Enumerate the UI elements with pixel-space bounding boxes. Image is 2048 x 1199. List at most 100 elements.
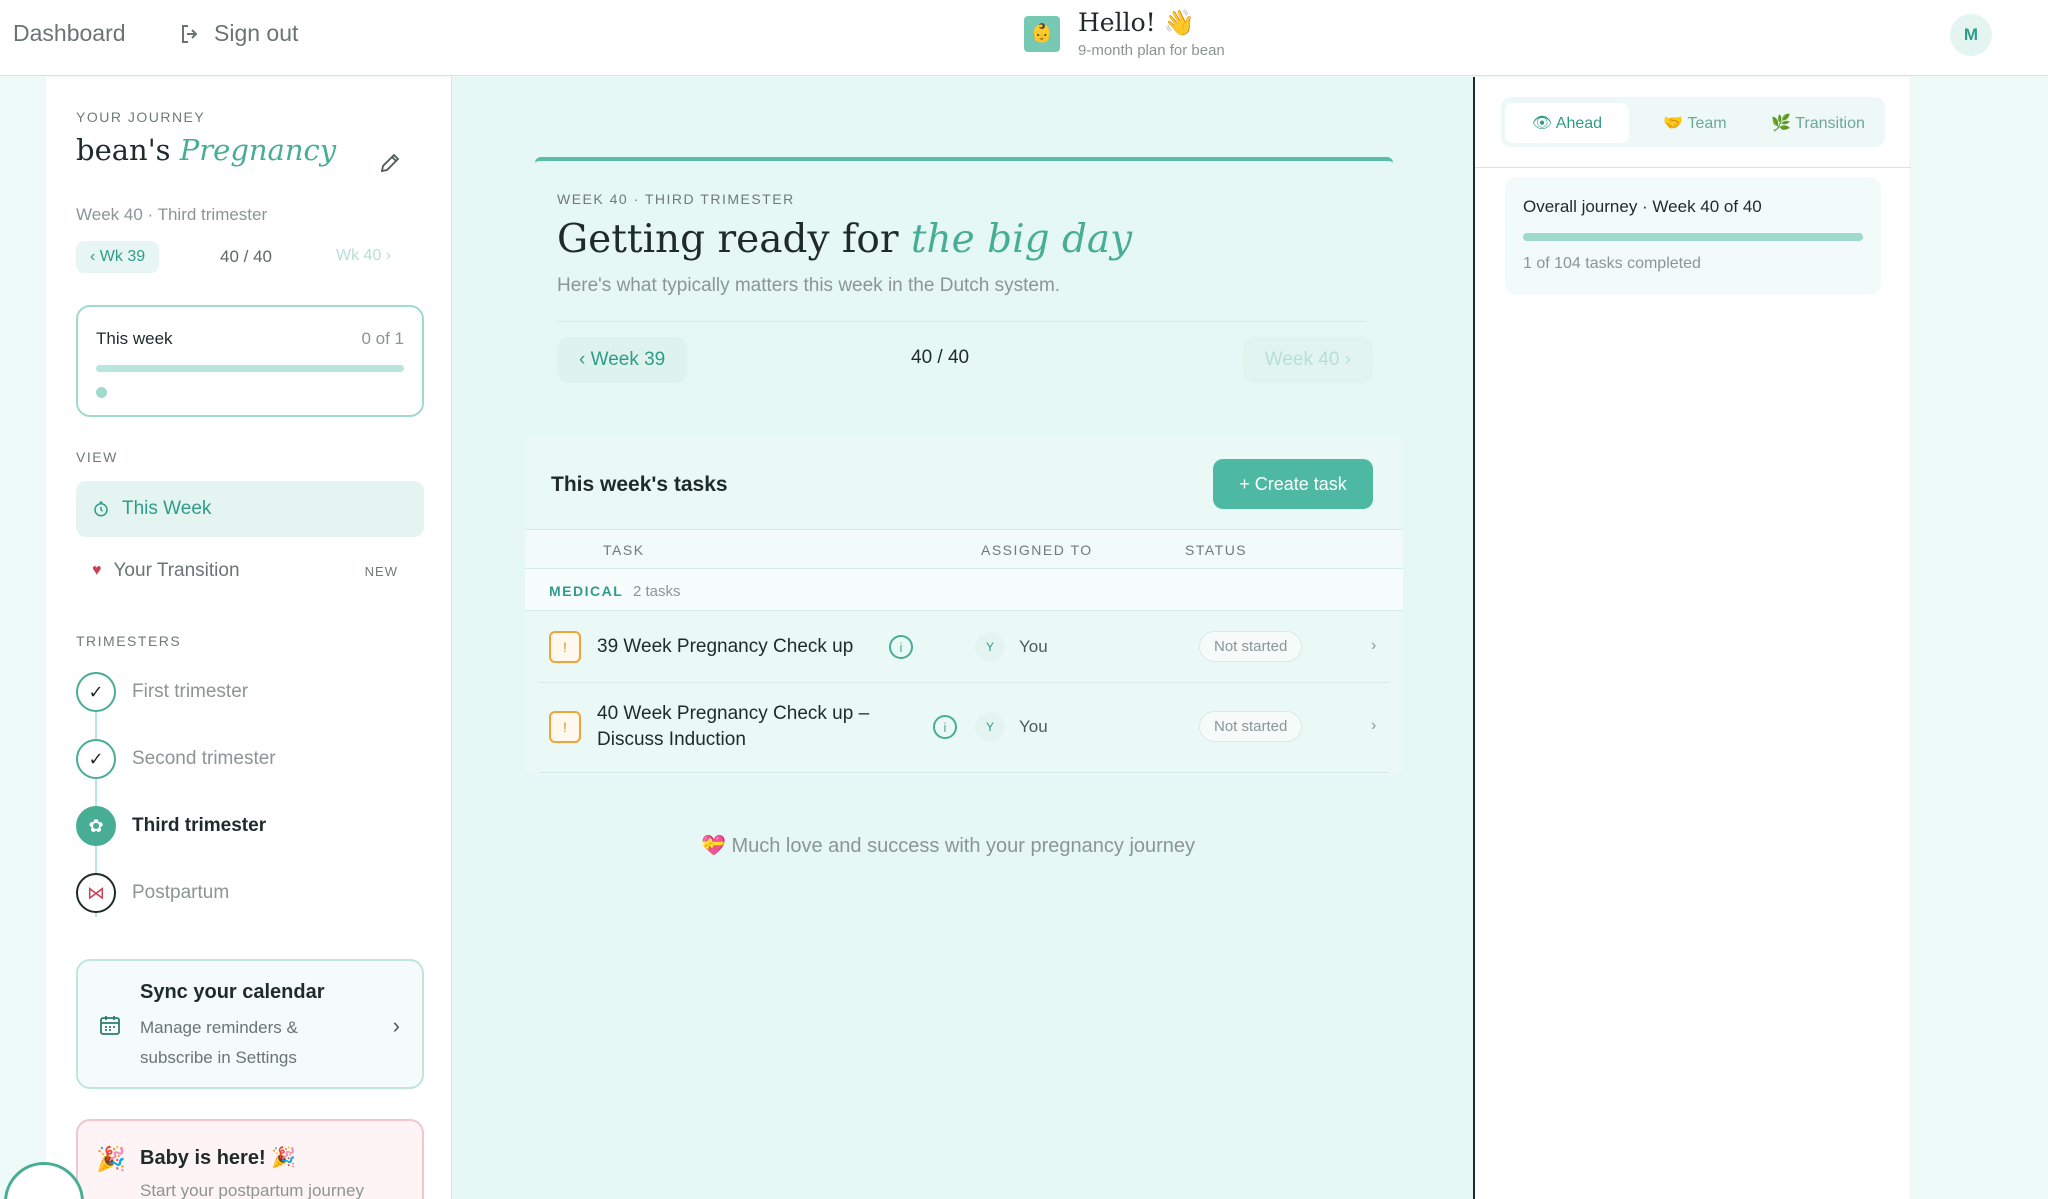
task-name: 39 Week Pregnancy Check up — [597, 636, 854, 657]
tab-team[interactable]: 🤝 Team — [1635, 103, 1755, 143]
tab-transition[interactable]: 🌿 Transition — [1755, 103, 1881, 143]
greeting-title: Hello! 👋 — [1078, 8, 1195, 37]
journey-title: bean's Pregnancy — [76, 133, 336, 167]
sign-out-label: Sign out — [214, 20, 299, 46]
info-icon[interactable]: i — [933, 715, 957, 739]
table-header: TASK ASSIGNED TO STATUS — [525, 529, 1403, 569]
hero-title-plain: Getting ready for — [557, 217, 899, 262]
baby-is-here-card[interactable]: 🎉 Baby is here! 🎉 Start your postpartum … — [76, 1119, 424, 1199]
trimester-first-label: First trimester — [132, 681, 249, 702]
trimesters-label: TRIMESTERS — [76, 633, 182, 649]
chevron-right-icon: › — [1371, 637, 1377, 654]
baby-icon: 👶 — [1024, 15, 1060, 52]
this-week-title: This week — [96, 329, 173, 348]
trimester-second-label: Second trimester — [132, 748, 276, 769]
floating-action-button[interactable] — [4, 1162, 84, 1199]
sync-description: Manage reminders & subscribe in Settings — [140, 1018, 298, 1067]
hero-title-emphasis: the big day — [910, 217, 1133, 262]
divider — [557, 321, 1367, 322]
sync-calendar-card[interactable]: Sync your calendar Manage reminders & su… — [76, 959, 424, 1089]
week-kicker: WEEK 40 · THIRD TRIMESTER — [557, 191, 795, 207]
plan-subtitle: 9-month plan for bean — [1078, 42, 1225, 59]
encouragement-message: 💝 Much love and success with your pregna… — [701, 835, 1196, 857]
hero-subtitle: Here's what typically matters this week … — [557, 275, 1061, 296]
avatar[interactable]: M — [1950, 14, 1992, 56]
prev-week-button[interactable]: ‹ Week 39 — [557, 337, 688, 383]
progress-dot — [96, 387, 107, 398]
overall-subtitle: 1 of 104 tasks completed — [1523, 255, 1701, 272]
this-week-card[interactable]: This week 0 of 1 — [76, 305, 424, 417]
chevron-right-icon: › — [392, 1013, 400, 1038]
view-transition-label: Your Transition — [113, 560, 240, 581]
table-row[interactable]: ! 39 Week Pregnancy Check up i Y You Not… — [539, 611, 1389, 683]
task-group-medical[interactable]: MEDICAL 2 tasks — [525, 569, 1403, 611]
priority-icon: ! — [549, 631, 581, 663]
header-status: STATUS — [1185, 542, 1248, 558]
status-badge[interactable]: Not started — [1199, 711, 1303, 742]
week-counter: 40 / 40 — [220, 247, 272, 266]
greeting: 👶 Hello! 👋 9-month plan for bean — [1024, 8, 1225, 59]
journey-label: YOUR JOURNEY — [76, 109, 206, 125]
bow-icon: ⋈ — [76, 873, 116, 913]
header-task: TASK — [603, 542, 645, 558]
sign-out-button[interactable]: Sign out — [178, 20, 298, 47]
heart-icon: ♥ — [92, 562, 102, 579]
assignee-name: You — [1019, 717, 1048, 736]
week-counter: 40 / 40 — [911, 347, 970, 368]
calendar-icon — [100, 1016, 120, 1035]
flower-icon: ✿ — [76, 806, 116, 846]
prev-week-button[interactable]: ‹ Wk 39 — [76, 241, 160, 273]
next-week-button[interactable]: Week 40 › — [1242, 337, 1373, 383]
journey-subtitle: Week 40 · Third trimester — [76, 205, 268, 224]
clock-icon — [94, 501, 108, 517]
check-icon: ✓ — [76, 739, 116, 779]
journey-name: bean's — [76, 133, 171, 167]
tab-ahead[interactable]: 👁 Ahead — [1505, 103, 1629, 143]
view-this-week-label: This Week — [122, 498, 212, 519]
next-week-button[interactable]: Wk 40 › — [336, 247, 391, 265]
hero-title: Getting ready for the big day — [557, 217, 1132, 262]
table-row[interactable]: ! 40 Week Pregnancy Check up – Discuss I… — [539, 683, 1389, 773]
right-panel: 👁 Ahead 🤝 Team 🌿 Transition Overall jour… — [1473, 77, 1911, 1199]
background-strip — [1911, 77, 2048, 1199]
assignee-name: You — [1019, 637, 1048, 656]
dashboard-link[interactable]: Dashboard — [13, 20, 126, 47]
overall-title: Overall journey · Week 40 of 40 — [1523, 197, 1762, 216]
this-week-progress-bar — [96, 365, 404, 372]
trimester-third-label: Third trimester — [132, 815, 267, 836]
trimester-third[interactable]: ✿ Third trimester — [76, 806, 266, 846]
party-icon: 🎉 — [96, 1146, 126, 1173]
priority-icon: ! — [549, 711, 581, 743]
info-icon[interactable]: i — [889, 635, 913, 659]
group-count: 2 tasks — [633, 583, 681, 600]
trimester-postpartum[interactable]: ⋈ Postpartum — [76, 873, 229, 913]
assignee-avatar: Y — [975, 632, 1005, 662]
view-your-transition[interactable]: ♥ Your Transition NEW — [76, 543, 424, 599]
tasks-title: This week's tasks — [551, 473, 728, 496]
sync-title: Sync your calendar — [140, 981, 325, 1003]
create-task-button[interactable]: + Create task — [1213, 459, 1373, 509]
week-hero: WEEK 40 · THIRD TRIMESTER Getting ready … — [535, 157, 1393, 383]
new-badge: NEW — [364, 563, 398, 579]
panel-tabs: 👁 Ahead 🤝 Team 🌿 Transition — [1501, 97, 1885, 147]
overall-progress-fill — [1523, 233, 1863, 241]
check-icon: ✓ — [76, 672, 116, 712]
chevron-right-icon: › — [1371, 717, 1377, 734]
baby-title: Baby is here! 🎉 — [140, 1147, 297, 1169]
main-content: WEEK 40 · THIRD TRIMESTER Getting ready … — [453, 77, 1473, 1199]
group-name: MEDICAL — [549, 583, 624, 599]
header-assigned: ASSIGNED TO — [981, 542, 1093, 558]
trimester-second[interactable]: ✓ Second trimester — [76, 739, 276, 779]
sidebar: YOUR JOURNEY bean's Pregnancy Week 40 · … — [4, 77, 452, 1199]
tasks-card: This week's tasks + Create task TASK ASS… — [525, 435, 1403, 775]
view-label: VIEW — [76, 449, 118, 465]
pencil-icon[interactable] — [378, 151, 402, 175]
view-this-week[interactable]: This Week — [76, 481, 424, 537]
overall-progress-bar — [1523, 233, 1863, 241]
divider — [1475, 167, 1911, 168]
assignee-avatar: Y — [975, 712, 1005, 742]
task-name: 40 Week Pregnancy Check up – Discuss Ind… — [597, 703, 870, 750]
journey-type: Pregnancy — [179, 133, 337, 167]
status-badge[interactable]: Not started — [1199, 631, 1303, 662]
trimester-first[interactable]: ✓ First trimester — [76, 672, 248, 712]
